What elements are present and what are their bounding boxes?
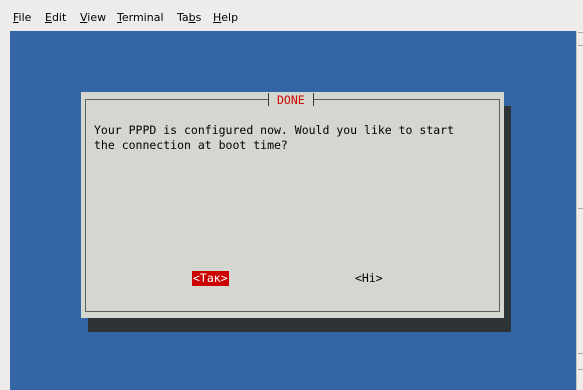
no-button[interactable]: <Hi> xyxy=(354,271,384,286)
done-dialog: DONE Your PPPD is configured now. Would … xyxy=(81,92,504,318)
menu-tabs[interactable]: Tabs xyxy=(177,11,201,24)
scrollbar-mark xyxy=(578,32,583,33)
scrollbar-mark xyxy=(578,208,583,209)
menu-edit[interactable]: Edit xyxy=(45,11,66,24)
menu-view[interactable]: View xyxy=(80,11,106,24)
dialog-message: Your PPPD is configured now. Would you l… xyxy=(94,123,455,152)
menu-file[interactable]: File xyxy=(13,11,31,24)
menu-bar: File Edit View Terminal Tabs Help xyxy=(0,0,583,31)
scrollbar[interactable] xyxy=(576,31,583,390)
scrollbar-mark xyxy=(578,369,583,370)
menu-terminal[interactable]: Terminal xyxy=(117,11,164,24)
yes-button[interactable]: <Так> xyxy=(192,271,229,286)
menu-help[interactable]: Help xyxy=(213,11,238,24)
scrollbar-mark xyxy=(578,353,583,354)
dialog-title: DONE xyxy=(268,92,314,108)
scrollbar-mark xyxy=(578,45,583,46)
